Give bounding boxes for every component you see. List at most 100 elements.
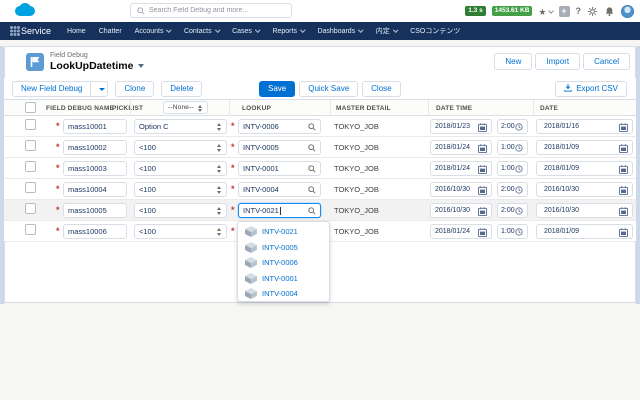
row-checkbox[interactable] (25, 161, 36, 172)
page-title: LookUpDatetime (50, 60, 145, 72)
row-checkbox[interactable] (25, 203, 36, 214)
page-right-gutter (636, 46, 640, 304)
new-field-debug-button[interactable]: New Field Debug (12, 80, 92, 97)
tab-accounts[interactable]: Accounts (135, 26, 172, 35)
datetime-time-input[interactable]: 1:00 (497, 224, 528, 239)
column-header-picklist: PICKLIST (112, 105, 144, 112)
picklist-select[interactable]: <100 (134, 140, 227, 155)
table-header-row: FIELD DEBUG NAME PICKLIST --None-- LOOKU… (4, 100, 636, 116)
tab-naitei[interactable]: 内定 (376, 26, 398, 36)
clock-icon (515, 123, 523, 131)
app-nav-bar: Service Home Chatter Accounts Contacts C… (0, 22, 640, 40)
select-all-checkbox[interactable] (25, 102, 36, 113)
calendar-icon (619, 228, 628, 237)
import-button[interactable]: Import (535, 53, 581, 70)
quick-save-button[interactable]: Quick Save (299, 80, 359, 97)
tab-contacts[interactable]: Contacts (184, 26, 220, 35)
datetime-date-input[interactable]: 2016/10/30 (430, 203, 492, 218)
datetime-date-input[interactable]: 2018/01/24 (430, 224, 492, 239)
date-input[interactable]: 2016/10/30 (536, 182, 633, 197)
lookup-suggestion-item[interactable]: INTV-0005 (238, 240, 329, 256)
datetime-date-input[interactable]: 2018/01/23 (430, 119, 492, 134)
datetime-time-input[interactable]: 1:00 (497, 161, 528, 176)
favorites-button[interactable]: ★ (538, 2, 554, 20)
stepper-icon (217, 186, 222, 194)
picklist-select[interactable]: <100 (134, 224, 227, 239)
lookup-input-focused[interactable]: INTV-0021 (238, 203, 321, 218)
lookup-input[interactable]: INTV-0005 (238, 140, 321, 155)
field-debug-name-input[interactable] (63, 119, 127, 134)
app-launcher-icon[interactable] (10, 26, 13, 29)
new-field-debug-menu-button[interactable] (90, 80, 109, 97)
save-button[interactable]: Save (259, 80, 296, 97)
picklist-select[interactable]: Option C (134, 119, 227, 134)
cancel-button[interactable]: Cancel (583, 53, 630, 70)
picklist-select[interactable]: <100 (134, 182, 227, 197)
chevron-down-icon[interactable] (138, 64, 145, 68)
calendar-icon (619, 207, 628, 216)
field-debug-name-input[interactable] (63, 182, 127, 197)
row-checkbox[interactable] (25, 119, 36, 130)
lookup-suggestion-item[interactable]: INTV-0021 (238, 224, 329, 240)
add-favorite-icon[interactable]: + (558, 5, 570, 17)
datetime-time-input[interactable]: 1:00 (497, 140, 528, 155)
date-input[interactable]: 2018/01/09 (536, 140, 633, 155)
lookup-suggestion-item[interactable]: INTV-0001 (238, 271, 329, 287)
date-input[interactable]: 2016/10/30 (536, 203, 633, 218)
calendar-icon (478, 207, 487, 216)
object-label: Field Debug (50, 52, 88, 59)
required-asterisk: * (231, 142, 235, 152)
close-button[interactable]: Close (362, 80, 401, 97)
row-checkbox[interactable] (25, 182, 36, 193)
notifications-bell-icon[interactable] (604, 6, 615, 17)
clone-button[interactable]: Clone (115, 80, 155, 97)
search-icon (137, 7, 145, 15)
user-avatar[interactable] (621, 4, 634, 18)
tab-cases[interactable]: Cases (232, 26, 261, 35)
lookup-suggestion-item[interactable]: INTV-0004 (238, 286, 329, 302)
help-icon[interactable]: ? (576, 6, 582, 16)
date-input[interactable]: 2018/01/09 (536, 224, 633, 239)
row-checkbox[interactable] (25, 224, 36, 235)
row-checkbox[interactable] (25, 140, 36, 151)
datetime-date-input[interactable]: 2018/01/24 (430, 161, 492, 176)
tab-reports[interactable]: Reports (272, 26, 306, 35)
lookup-suggestion-item[interactable]: INTV-0006 (238, 255, 329, 271)
datetime-time-input[interactable]: 2:00 (497, 203, 528, 218)
record-cube-icon (245, 226, 257, 238)
delete-button[interactable]: Delete (161, 80, 203, 97)
table-row: * <100 * INTV-0001 TOKYO_JOB 2018/01/24 … (4, 158, 636, 179)
record-cube-icon (245, 272, 257, 284)
new-button[interactable]: New (494, 53, 533, 70)
global-search-input[interactable] (149, 4, 289, 17)
lookup-input[interactable]: INTV-0006 (238, 119, 321, 134)
setup-gear-icon[interactable] (587, 6, 598, 17)
date-input[interactable]: 2018/01/09 (536, 161, 633, 176)
calendar-icon (619, 165, 628, 174)
field-debug-name-input[interactable] (63, 161, 127, 176)
datetime-date-input[interactable]: 2018/01/24 (430, 140, 492, 155)
global-search[interactable] (130, 3, 292, 18)
datetime-time-input[interactable]: 2:00 (497, 182, 528, 197)
lookup-input[interactable]: INTV-0001 (238, 161, 321, 176)
calendar-icon (478, 228, 487, 237)
tab-home[interactable]: Home (67, 28, 86, 35)
tab-dashboards[interactable]: Dashboards (317, 26, 364, 35)
tab-cso-contents[interactable]: CSOコンテンツ (410, 26, 460, 36)
table-row: * <100 * INTV-0004 TOKYO_JOB 2016/10/30 … (4, 179, 636, 200)
field-debug-name-input[interactable] (63, 203, 127, 218)
picklist-filter-select[interactable]: --None-- (163, 101, 208, 114)
picklist-select[interactable]: <100 (134, 203, 227, 218)
field-debug-name-input[interactable] (63, 140, 127, 155)
stepper-icon (217, 165, 222, 173)
picklist-select[interactable]: <100 (134, 161, 227, 176)
datetime-time-input[interactable]: 2:00 (497, 119, 528, 134)
lookup-input[interactable]: INTV-0004 (238, 182, 321, 197)
tab-chatter[interactable]: Chatter (99, 28, 122, 35)
calendar-icon (478, 144, 487, 153)
master-detail-value: TOKYO_JOB (334, 206, 379, 215)
datetime-date-input[interactable]: 2016/10/30 (430, 182, 492, 197)
date-input[interactable]: 2018/01/16 (536, 119, 633, 134)
export-csv-button[interactable]: Export CSV (555, 80, 627, 97)
field-debug-name-input[interactable] (63, 224, 127, 239)
